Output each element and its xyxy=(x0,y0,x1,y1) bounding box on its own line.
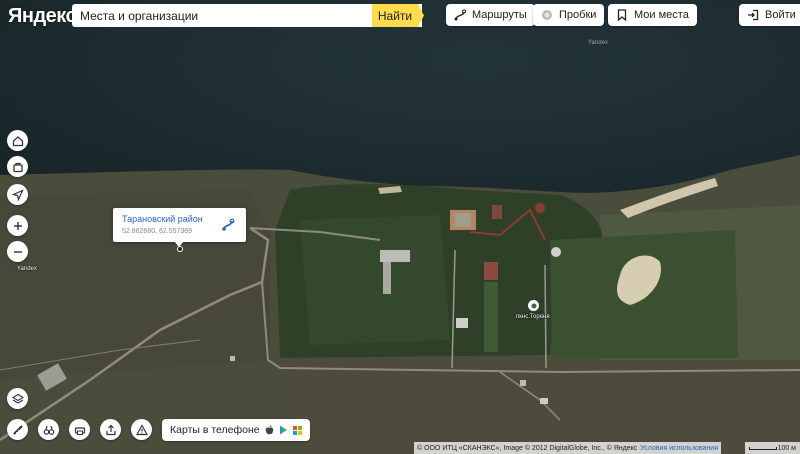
map-watermark: Yandex xyxy=(588,40,608,46)
home-icon xyxy=(12,135,23,146)
report-button[interactable] xyxy=(131,419,152,440)
warning-icon xyxy=(135,423,148,435)
popup-coords: 52.862680, 62.557369 xyxy=(122,228,193,235)
app-promo-button[interactable]: Карты в телефоне xyxy=(162,419,310,441)
zoom-in-icon xyxy=(13,221,22,230)
ruler-button[interactable] xyxy=(7,419,28,440)
bag-icon xyxy=(12,162,23,172)
layers-button[interactable] xyxy=(7,388,28,409)
share-icon xyxy=(105,424,116,435)
bag-button[interactable] xyxy=(7,156,28,177)
login-icon xyxy=(747,9,759,21)
location-marker[interactable] xyxy=(178,247,182,251)
search-button[interactable]: Найти xyxy=(372,4,424,27)
routes-button[interactable]: Маршруты xyxy=(446,4,535,26)
location-button[interactable] xyxy=(7,184,28,205)
home-button[interactable] xyxy=(7,130,28,151)
map-watermark-left: Yandex xyxy=(17,266,37,272)
apple-icon xyxy=(265,425,273,435)
my-places-button[interactable]: Мои места xyxy=(608,4,697,26)
copyright-text: © ООО ИТЦ «СКАНЭКС», Image © 2012 Digita… xyxy=(417,444,638,452)
windows-icon xyxy=(292,425,302,435)
scale-bar: 100 м xyxy=(745,442,800,454)
print-button[interactable] xyxy=(69,419,90,440)
route-icon xyxy=(454,9,466,21)
traffic-label: Пробки xyxy=(559,9,597,21)
location-arrow-icon xyxy=(11,188,24,201)
zoom-out-icon xyxy=(13,250,22,253)
panorama-button[interactable] xyxy=(38,419,59,440)
scale-line xyxy=(749,447,777,450)
login-button[interactable]: Войти xyxy=(739,4,800,26)
bookmark-icon xyxy=(616,9,628,21)
binoculars-icon xyxy=(43,425,54,435)
traffic-icon xyxy=(541,9,553,21)
ruler-icon xyxy=(12,424,23,435)
print-icon xyxy=(74,426,85,435)
login-label: Войти xyxy=(765,9,796,21)
search-input[interactable] xyxy=(72,5,370,26)
share-button[interactable] xyxy=(100,419,121,440)
location-popup[interactable]: Тарановский район 52.862680, 62.557369 xyxy=(113,208,246,242)
poi-icon[interactable] xyxy=(528,300,539,311)
route-icon[interactable] xyxy=(221,218,235,232)
yandex-logo[interactable]: Яндекс xyxy=(8,5,77,28)
zoom-out-button[interactable] xyxy=(7,241,28,262)
copyright-bar: © ООО ИТЦ «СКАНЭКС», Image © 2012 Digita… xyxy=(414,442,721,454)
google-play-icon xyxy=(279,425,287,435)
popup-title[interactable]: Тарановский район xyxy=(122,214,203,224)
zoom-in-button[interactable] xyxy=(7,215,28,236)
my-places-label: Мои места xyxy=(634,9,689,21)
routes-label: Маршруты xyxy=(472,9,527,21)
app-promo-label: Карты в телефоне xyxy=(170,424,260,436)
scale-label: 100 м xyxy=(777,444,796,452)
traffic-button[interactable]: Пробки xyxy=(533,4,605,26)
layers-icon xyxy=(11,393,24,404)
search-box xyxy=(72,4,422,27)
poi-label[interactable]: пкнс.Тореня xyxy=(516,314,550,320)
terms-link[interactable]: Условия использования xyxy=(640,445,718,452)
